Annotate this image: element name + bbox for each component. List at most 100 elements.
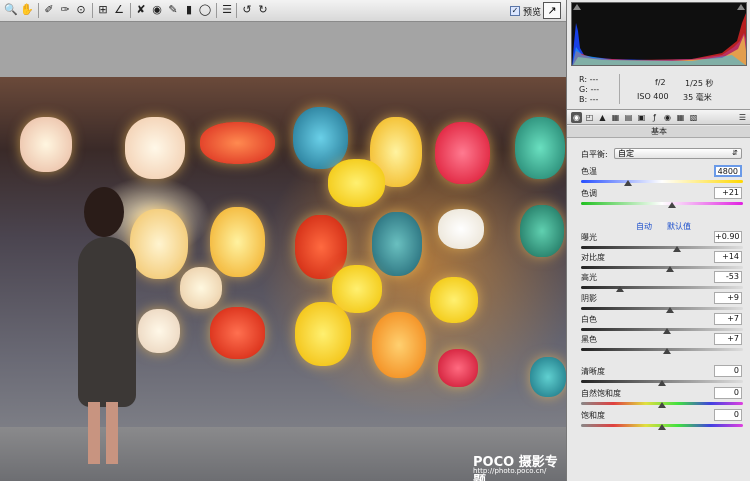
panel-menu-icon[interactable]: ☰ bbox=[737, 112, 748, 123]
tab-lens-icon[interactable]: ▣ bbox=[636, 112, 647, 123]
toolbar-divider bbox=[236, 3, 237, 18]
shadow-clipping-icon[interactable] bbox=[573, 4, 581, 10]
vibrance-slider-thumb[interactable] bbox=[658, 402, 666, 408]
vibrance-label: 自然饱和度 bbox=[581, 389, 621, 398]
toolbar-divider bbox=[92, 3, 93, 18]
rotate-cw-icon[interactable]: ↻ bbox=[254, 1, 272, 19]
tab-effects-icon[interactable]: ƒ bbox=[649, 112, 660, 123]
temperature-slider-thumb[interactable] bbox=[623, 180, 632, 186]
hand-icon[interactable]: ✋ bbox=[18, 1, 36, 19]
shutter-speed: 1/25 秒 bbox=[685, 79, 714, 88]
saturation-slider-thumb[interactable] bbox=[658, 424, 666, 430]
woman-head bbox=[84, 187, 124, 237]
lantern bbox=[20, 117, 72, 172]
lantern bbox=[130, 209, 188, 279]
photo-preview: POCO 摄影专题 http://photo.poco.cn/ bbox=[0, 77, 566, 481]
woman-dress bbox=[78, 237, 136, 407]
lantern bbox=[520, 205, 564, 257]
tab-tone-curve-icon[interactable]: ◰ bbox=[584, 112, 595, 123]
highlights-slider[interactable] bbox=[581, 286, 743, 289]
tab-camera-calibration-icon[interactable]: ◉ bbox=[662, 112, 673, 123]
lantern bbox=[515, 117, 565, 179]
whites-slider-thumb[interactable] bbox=[662, 328, 671, 334]
image-canvas[interactable]: POCO 摄影专题 http://photo.poco.cn/ bbox=[0, 22, 566, 481]
white-balance-value: 自定 bbox=[618, 149, 634, 158]
shadows-slider[interactable] bbox=[581, 307, 743, 310]
focal-length: 35 毫米 bbox=[683, 93, 712, 102]
exposure-value-input[interactable]: +0.90 bbox=[714, 231, 742, 243]
saturation-value-input[interactable]: 0 bbox=[714, 409, 742, 421]
clarity-slider-thumb[interactable] bbox=[658, 380, 666, 386]
histogram-graph bbox=[572, 13, 746, 65]
section-title: 基本 bbox=[567, 126, 750, 138]
toolbar-divider bbox=[38, 3, 39, 18]
highlight-clipping-icon[interactable] bbox=[737, 4, 745, 10]
preview-checkbox[interactable]: ✓ bbox=[510, 6, 520, 16]
temperature-label: 色温 bbox=[581, 167, 597, 176]
g-readout: G: --- bbox=[579, 85, 599, 94]
target-adjustment-icon[interactable]: ⊙ bbox=[72, 1, 90, 19]
highlights-slider-thumb[interactable] bbox=[615, 286, 624, 292]
white-balance-select[interactable]: 自定 ⇵ bbox=[614, 148, 742, 159]
default-button[interactable]: 默认值 bbox=[667, 221, 691, 232]
highlights-label: 高光 bbox=[581, 273, 597, 282]
toolbar-divider bbox=[216, 3, 217, 18]
lantern bbox=[180, 267, 222, 309]
temperature-slider[interactable] bbox=[581, 180, 743, 183]
chevron-updown-icon: ⇵ bbox=[732, 149, 738, 157]
exposure-slider[interactable] bbox=[581, 246, 743, 249]
lantern bbox=[430, 277, 478, 323]
exposure-slider-thumb[interactable] bbox=[672, 246, 681, 252]
lantern bbox=[210, 207, 265, 277]
adjustment-panel: R: --- G: --- B: --- f/2 1/25 秒 ISO 400 … bbox=[566, 0, 750, 481]
whites-value-input[interactable]: +7 bbox=[714, 313, 742, 325]
info-divider bbox=[619, 74, 620, 104]
tab-hsl-icon[interactable]: ▦ bbox=[610, 112, 621, 123]
contrast-slider-thumb[interactable] bbox=[666, 266, 675, 272]
tab-split-toning-icon[interactable]: ▤ bbox=[623, 112, 634, 123]
vibrance-value-input[interactable]: 0 bbox=[714, 387, 742, 399]
shadows-slider-thumb[interactable] bbox=[666, 307, 675, 313]
fullscreen-button[interactable]: ↗ bbox=[543, 2, 561, 19]
lantern bbox=[438, 209, 484, 249]
whites-label: 白色 bbox=[581, 315, 597, 324]
clarity-value-input[interactable]: 0 bbox=[714, 365, 742, 377]
r-readout: R: --- bbox=[579, 75, 598, 84]
tab-basic-icon[interactable]: ◉ bbox=[571, 112, 582, 123]
toolbar-divider bbox=[130, 3, 131, 18]
aperture: f/2 bbox=[655, 78, 666, 87]
auto-button[interactable]: 自动 bbox=[636, 221, 652, 232]
tint-slider[interactable] bbox=[581, 202, 743, 205]
preferences-icon[interactable]: ☰ bbox=[218, 1, 236, 19]
preview-toggle[interactable]: ✓ 预览 bbox=[510, 3, 541, 19]
lantern bbox=[438, 349, 478, 387]
radial-filter-icon[interactable]: ◯ bbox=[196, 1, 214, 19]
tab-detail-icon[interactable]: ▲ bbox=[597, 112, 608, 123]
white-balance-label: 白平衡: bbox=[581, 150, 608, 159]
preview-label: 预览 bbox=[523, 7, 542, 18]
panel-tabs: ◉ ◰ ▲ ▦ ▤ ▣ ƒ ◉ ▦ ▧ ☰ bbox=[567, 109, 750, 125]
temperature-value-input[interactable]: 4800 bbox=[714, 165, 742, 177]
tab-presets-icon[interactable]: ▦ bbox=[675, 112, 686, 123]
lantern bbox=[372, 312, 426, 378]
blacks-label: 黑色 bbox=[581, 335, 597, 344]
g-label: G: bbox=[579, 85, 588, 94]
shadows-value-input[interactable]: +9 bbox=[714, 292, 742, 304]
g-value: --- bbox=[590, 85, 600, 94]
woman-legs bbox=[88, 402, 118, 464]
tab-snapshots-icon[interactable]: ▧ bbox=[688, 112, 699, 123]
r-label: R: bbox=[579, 75, 588, 84]
blacks-value-input[interactable]: +7 bbox=[714, 333, 742, 345]
tint-value-input[interactable]: +21 bbox=[714, 187, 742, 199]
straighten-icon[interactable]: ∠ bbox=[110, 1, 128, 19]
contrast-value-input[interactable]: +14 bbox=[714, 251, 742, 263]
blacks-slider-thumb[interactable] bbox=[662, 348, 671, 354]
exposure-label: 曝光 bbox=[581, 233, 597, 242]
lantern bbox=[200, 122, 275, 164]
highlights-value-input[interactable]: -53 bbox=[714, 271, 742, 283]
tint-slider-thumb[interactable] bbox=[667, 202, 676, 208]
contrast-slider[interactable] bbox=[581, 266, 743, 269]
iso: ISO 400 bbox=[637, 92, 669, 101]
lantern bbox=[293, 107, 348, 169]
watermark-url: http://photo.poco.cn/ bbox=[473, 467, 547, 475]
